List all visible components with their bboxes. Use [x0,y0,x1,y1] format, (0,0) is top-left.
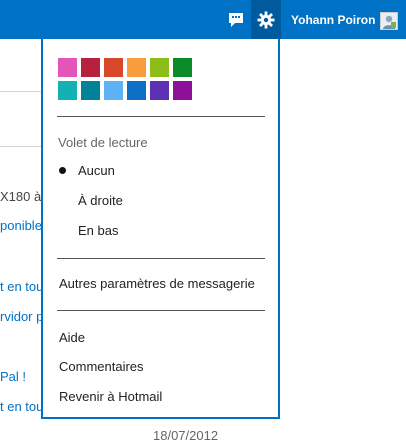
theme-color-swatch[interactable] [58,81,77,100]
message-link[interactable]: t en tou [0,279,43,294]
other-mail-settings-link[interactable]: Autres paramètres de messagerie [57,272,265,296]
theme-color-swatch[interactable] [150,58,169,77]
settings-dropdown: Volet de lecture Aucun À droite En bas A… [41,39,280,419]
theme-color-swatch[interactable] [104,58,123,77]
theme-color-swatch[interactable] [58,58,77,77]
header-bar: Yohann Poiron [0,0,406,39]
reading-pane-option-bottom[interactable]: En bas [57,219,265,243]
menu-item-label: Autres paramètres de messagerie [59,276,255,291]
theme-color-swatch[interactable] [150,81,169,100]
back-to-hotmail-link[interactable]: Revenir à Hotmail [57,385,265,409]
theme-color-swatch[interactable] [127,58,146,77]
option-label: En bas [78,223,119,238]
theme-color-swatch[interactable] [81,81,100,100]
message-link[interactable]: ponible [0,218,42,233]
feedback-button[interactable] [221,0,251,39]
menu-item-label: Commentaires [59,359,144,374]
user-avatar-icon [381,13,397,29]
selected-bullet-icon [59,167,66,174]
theme-color-swatch[interactable] [104,81,123,100]
message-snippet: X180 à [0,189,42,204]
menu-separator [57,258,265,259]
menu-separator [57,310,265,311]
message-link[interactable]: t en tou [0,399,43,414]
menu-item-label: Aide [59,330,86,345]
theme-color-swatch[interactable] [173,58,192,77]
option-label: Aucun [78,163,115,178]
theme-color-swatch[interactable] [127,81,146,100]
menu-separator [57,116,265,117]
settings-button[interactable] [251,0,281,39]
gear-icon [257,11,275,28]
reading-pane-option-none[interactable]: Aucun [57,159,265,183]
theme-color-swatch[interactable] [81,58,100,77]
help-link[interactable]: Aide [57,326,265,350]
reading-pane-title: Volet de lecture [58,135,148,150]
avatar[interactable] [380,12,398,30]
feedback-link[interactable]: Commentaires [57,355,265,379]
message-date: 18/07/2012 [153,428,219,443]
message-link[interactable]: rvidor p [0,309,43,324]
theme-color-swatch[interactable] [173,81,192,100]
feedback-icon [229,12,243,27]
divider [0,91,41,92]
user-name[interactable]: Yohann Poiron [291,13,375,27]
option-label: À droite [78,193,123,208]
reading-pane-option-right[interactable]: À droite [57,189,265,213]
menu-item-label: Revenir à Hotmail [59,389,163,404]
message-link[interactable]: Pal ! [0,369,26,384]
divider [0,146,41,147]
